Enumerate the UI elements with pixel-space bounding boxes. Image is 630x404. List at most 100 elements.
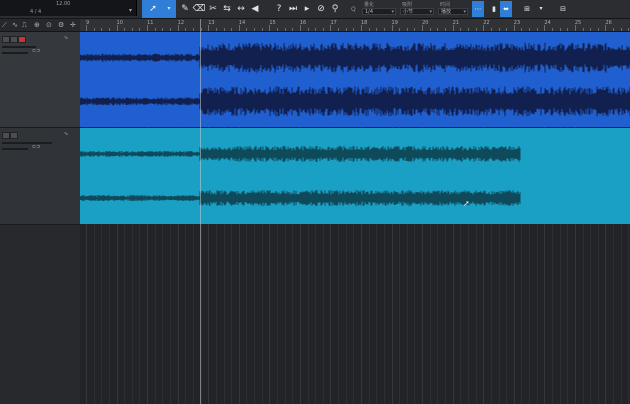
marker-icon[interactable]: ⊟ bbox=[556, 0, 570, 18]
track-header-1[interactable]: ∿ ⊂⊃ bbox=[0, 32, 80, 128]
ruler-tick bbox=[192, 28, 194, 31]
pan-fader[interactable] bbox=[2, 148, 28, 150]
monitor-icon[interactable]: ⊙ bbox=[46, 19, 52, 31]
ruler-tick bbox=[597, 28, 599, 31]
eraser-tool-icon[interactable]: ⌫ bbox=[192, 0, 206, 18]
ruler-tick bbox=[292, 28, 294, 31]
ruler-tick bbox=[170, 28, 172, 31]
ruler-tick bbox=[483, 25, 485, 31]
skip-forward-icon[interactable]: ⏭ bbox=[286, 0, 300, 18]
quantize-select[interactable]: 1/4 bbox=[362, 8, 396, 16]
ruler-tick bbox=[208, 25, 210, 31]
snap-toggle-button[interactable]: ⋯ bbox=[472, 1, 484, 17]
bend-tool-icon[interactable]: ⇆ bbox=[220, 0, 234, 18]
track-tools-bar: ⟋ ∿ ⎍ ⊕ ⊙ ⚙ ✛ bbox=[0, 19, 80, 32]
ruler-tick bbox=[116, 25, 118, 31]
ruler-tick bbox=[345, 28, 347, 31]
ruler-tick bbox=[475, 28, 477, 31]
ruler-tick bbox=[284, 28, 286, 31]
ruler-tick bbox=[368, 28, 370, 31]
input-icon[interactable]: ⊂⊃ bbox=[32, 48, 40, 54]
arranger-icon[interactable]: ⊞ bbox=[520, 0, 534, 18]
ruler-tick bbox=[147, 25, 149, 31]
ruler-tick bbox=[498, 28, 500, 31]
waveform-icon: ∿ bbox=[64, 35, 69, 41]
settings-icon[interactable]: ⚙ bbox=[58, 19, 64, 31]
arrange-view[interactable] bbox=[79, 32, 630, 404]
ruler-tick bbox=[490, 28, 492, 31]
ruler-tick bbox=[124, 28, 126, 31]
range-tool-icon[interactable]: ↔ bbox=[234, 0, 248, 18]
listen-tool-icon[interactable]: ◀ bbox=[248, 0, 262, 18]
input-icon[interactable]: ⊂⊃ bbox=[32, 144, 40, 150]
ruler-tick bbox=[422, 25, 424, 31]
waveform-channel-1 bbox=[79, 42, 630, 73]
ruler-tick bbox=[544, 25, 546, 31]
waveform-channel-1 bbox=[79, 145, 521, 162]
tool-selector[interactable]: ➚ ▾ bbox=[142, 0, 176, 18]
split-tool-icon[interactable]: ✂ bbox=[206, 0, 220, 18]
playhead[interactable] bbox=[200, 19, 201, 404]
ruler-tick bbox=[299, 25, 301, 31]
chevron-down-icon[interactable]: ▾ bbox=[162, 0, 176, 18]
solo-button[interactable] bbox=[10, 36, 18, 43]
ruler-tick bbox=[108, 28, 110, 31]
waveform-icon: ∿ bbox=[64, 131, 69, 137]
position-display[interactable]: 12.00 4 / 4 ▾ bbox=[0, 0, 137, 16]
timeline-ruler[interactable]: 9 10 11 12 13 14 15 16 17 18 19 20 21 22 23 24 25 26 bbox=[80, 19, 630, 32]
ruler-tick bbox=[101, 28, 103, 31]
pattern-icon[interactable]: ⎍ bbox=[22, 19, 27, 31]
loop-icon[interactable]: ⊘ bbox=[314, 0, 328, 18]
mute-button[interactable] bbox=[2, 132, 10, 139]
volume-fader[interactable] bbox=[2, 142, 52, 144]
chevron-down-icon[interactable]: ▾ bbox=[534, 0, 548, 18]
ruler-tick bbox=[613, 28, 615, 31]
ruler-tick bbox=[322, 28, 324, 31]
help-icon[interactable]: ? bbox=[272, 0, 286, 18]
pencil-tool-icon[interactable]: ✎ bbox=[178, 0, 192, 18]
quantize-caption: 量化 bbox=[364, 2, 375, 8]
mute-button[interactable] bbox=[2, 36, 10, 43]
audio-clip-track-1[interactable] bbox=[79, 32, 630, 127]
ruler-tick bbox=[582, 28, 584, 31]
chevron-down-icon[interactable]: ▾ bbox=[129, 7, 132, 14]
timebase-caption: 时间 bbox=[440, 2, 451, 8]
follow-toggle-button[interactable]: ⬌ bbox=[500, 1, 512, 17]
ruler-tick bbox=[315, 28, 317, 31]
layout-icon[interactable]: ▮ bbox=[487, 0, 501, 18]
metronome-icon[interactable]: ⚲ bbox=[328, 0, 342, 18]
ruler-tick bbox=[567, 28, 569, 31]
timebase-select[interactable]: 播放 bbox=[438, 8, 468, 16]
automation-icon[interactable]: ⟋ bbox=[2, 19, 7, 31]
snap-select[interactable]: 小节 bbox=[400, 8, 434, 16]
curve-icon[interactable]: ∿ bbox=[12, 19, 18, 31]
ruler-tick bbox=[445, 28, 447, 31]
add-track-icon[interactable]: ✛ bbox=[70, 19, 76, 31]
ruler-tick bbox=[185, 28, 187, 31]
waveform-track-1 bbox=[79, 42, 630, 117]
ruler-tick bbox=[269, 25, 271, 31]
pan-fader[interactable] bbox=[2, 52, 28, 54]
volume-fader[interactable] bbox=[2, 46, 36, 48]
ruler-tick bbox=[399, 28, 401, 31]
ruler-tick bbox=[590, 28, 592, 31]
record-button[interactable] bbox=[18, 36, 26, 43]
track-header-2[interactable]: ∿ ⊂⊃ bbox=[0, 128, 80, 225]
fx-icon[interactable]: ⊕ bbox=[34, 19, 40, 31]
ruler-tick bbox=[406, 28, 408, 31]
ruler-tick bbox=[529, 28, 531, 31]
waveform-track-2 bbox=[79, 145, 521, 207]
ruler-tick bbox=[437, 28, 439, 31]
audio-clip-track-2[interactable] bbox=[79, 128, 630, 224]
mouse-cursor-icon: ➚ bbox=[463, 199, 470, 208]
ruler-tick bbox=[246, 28, 248, 31]
ruler-tick bbox=[353, 28, 355, 31]
step-icon[interactable]: ▸ bbox=[300, 0, 314, 18]
ruler-tick bbox=[391, 25, 393, 31]
ruler-tick bbox=[429, 28, 431, 31]
solo-button[interactable] bbox=[10, 132, 18, 139]
ruler-tick bbox=[254, 28, 256, 31]
ruler-tick bbox=[139, 28, 141, 31]
time-signature-readout: 4 / 4 bbox=[30, 9, 42, 15]
arrow-tool-icon[interactable]: ➚ bbox=[146, 0, 160, 18]
